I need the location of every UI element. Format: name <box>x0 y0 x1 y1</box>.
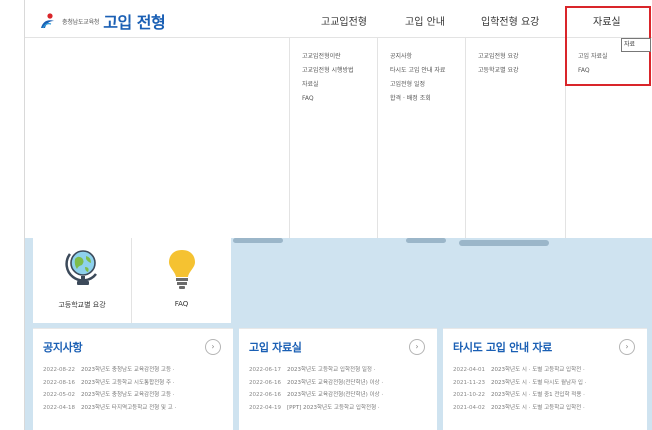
resources-card: 고입 자료실 › 2022-06-17 2023학년도 고등학교 입학전형 일정 … <box>239 328 437 430</box>
quick-link-label: 고등학교별 요강 <box>58 301 106 309</box>
globe-icon <box>65 250 97 285</box>
menu-item[interactable]: 고교입전형 요강 <box>478 50 519 64</box>
nav-admission-guidelines[interactable]: 입학전형 요강 <box>481 13 539 28</box>
more-chevron-icon[interactable]: › <box>205 339 221 355</box>
quick-link-school-guidelines[interactable]: 고등학교별 요강 <box>33 238 132 323</box>
card-title[interactable]: 타시도 고입 안내 자료 <box>453 339 552 355</box>
page-left-margin <box>0 0 24 430</box>
menu-column-guide: 공지사항 타시도 고입 안내 자료 고입전형 일정 합격 · 배정 조회 <box>377 38 465 238</box>
menu-item[interactable]: 합격 · 배정 조회 <box>390 92 445 106</box>
logo-emblem-icon <box>39 12 57 30</box>
list-item[interactable]: 2022-04-19 [PPT] 2023학년도 고등학교 입학전형 · <box>249 402 383 415</box>
more-chevron-icon[interactable]: › <box>619 339 635 355</box>
list-item[interactable]: 2022-04-01 2023학년도 시 · 도별 고등학교 입학전 · <box>453 364 586 377</box>
hover-tooltip: 자료 <box>621 38 651 52</box>
mega-dropdown-menu: 고교입전형이란 고교입전형 시행방법 자료실 FAQ 공지사항 타시도 고입 안… <box>25 38 652 238</box>
list-item[interactable]: 2021-11-23 2023학년도 시 · 도별 타시도 월남자 입 · <box>453 377 586 390</box>
hero-banner <box>231 238 652 252</box>
list-item[interactable]: 2022-08-16 2023학년도 고등학교 시도통합전형 주 · <box>43 377 176 390</box>
menu-column-process: 고교입전형이란 고교입전형 시행방법 자료실 FAQ <box>289 38 377 238</box>
menu-item[interactable]: 고등학교별 요강 <box>478 64 519 78</box>
quick-link-label: FAQ <box>174 300 189 308</box>
card-list: 2022-06-17 2023학년도 고등학교 입학전형 일정 · 2022-06… <box>249 364 383 414</box>
card-list: 2022-04-01 2023학년도 시 · 도별 고등학교 입학전 · 2021… <box>453 364 586 414</box>
list-item[interactable]: 2022-04-18 2023학년도 타지역고등학교 전형 및 고 · <box>43 402 176 415</box>
list-item[interactable]: 2022-06-16 2023학년도 교육감전형(전단학년) 이상 · <box>249 377 383 390</box>
card-title[interactable]: 공지사항 <box>43 339 83 355</box>
menu-item[interactable]: 자료실 <box>302 78 354 92</box>
org-name: 충청남도교육청 <box>62 18 100 26</box>
menu-item[interactable]: FAQ <box>302 92 354 106</box>
list-item[interactable]: 2021-04-02 2023학년도 시 · 도별 고등학교 입학전 · <box>453 402 586 415</box>
site-header: 충청남도교육청 고입 전형 고교입전형 고입 안내 입학전형 요강 자료실 <box>25 0 652 38</box>
quick-links: 고등학교별 요강 FAQ <box>33 238 231 323</box>
list-item[interactable]: 2022-08-22 2023학년도 충청남도 교육감전형 고등 · <box>43 364 176 377</box>
list-item[interactable]: 2022-05-02 2023학년도 충청남도 교육감전형 고등 · <box>43 389 176 402</box>
menu-item[interactable]: 고교입전형이란 <box>302 50 354 64</box>
browser-page: 충청남도교육청 고입 전형 고교입전형 고입 안내 입학전형 요강 자료실 고교… <box>24 0 652 430</box>
card-list: 2022-08-22 2023학년도 충청남도 교육감전형 고등 · 2022-0… <box>43 364 176 414</box>
menu-item[interactable]: 공지사항 <box>390 50 445 64</box>
menu-item[interactable]: 타시도 고입 안내 자료 <box>390 64 445 78</box>
list-item[interactable]: 2022-06-16 2023학년도 교육감전형(전단학년) 이상 · <box>249 389 383 402</box>
menu-column-guidelines: 고교입전형 요강 고등학교별 요강 <box>465 38 565 238</box>
more-chevron-icon[interactable]: › <box>409 339 425 355</box>
quick-link-faq[interactable]: FAQ <box>132 238 231 323</box>
lightbulb-icon <box>169 250 195 289</box>
menu-item[interactable]: 고입전형 일정 <box>390 78 445 92</box>
list-item[interactable]: 2021-10-22 2023학년도 시 · 도별 중1 전입학 적용 · <box>453 389 586 402</box>
site-title: 고입 전형 <box>103 13 166 32</box>
nav-admission-guide[interactable]: 고입 안내 <box>405 13 445 28</box>
menu-item[interactable]: 고교입전형 시행방법 <box>302 64 354 78</box>
card-title[interactable]: 고입 자료실 <box>249 339 302 355</box>
notice-card: 공지사항 › 2022-08-22 2023학년도 충청남도 교육감전형 고등 ·… <box>33 328 233 430</box>
nav-admission-process[interactable]: 고교입전형 <box>321 13 367 28</box>
list-item[interactable]: 2022-06-17 2023학년도 고등학교 입학전형 일정 · <box>249 364 383 377</box>
site-logo[interactable]: 충청남도교육청 고입 전형 <box>39 9 166 33</box>
other-region-card: 타시도 고입 안내 자료 › 2022-04-01 2023학년도 시 · 도별 … <box>443 328 647 430</box>
